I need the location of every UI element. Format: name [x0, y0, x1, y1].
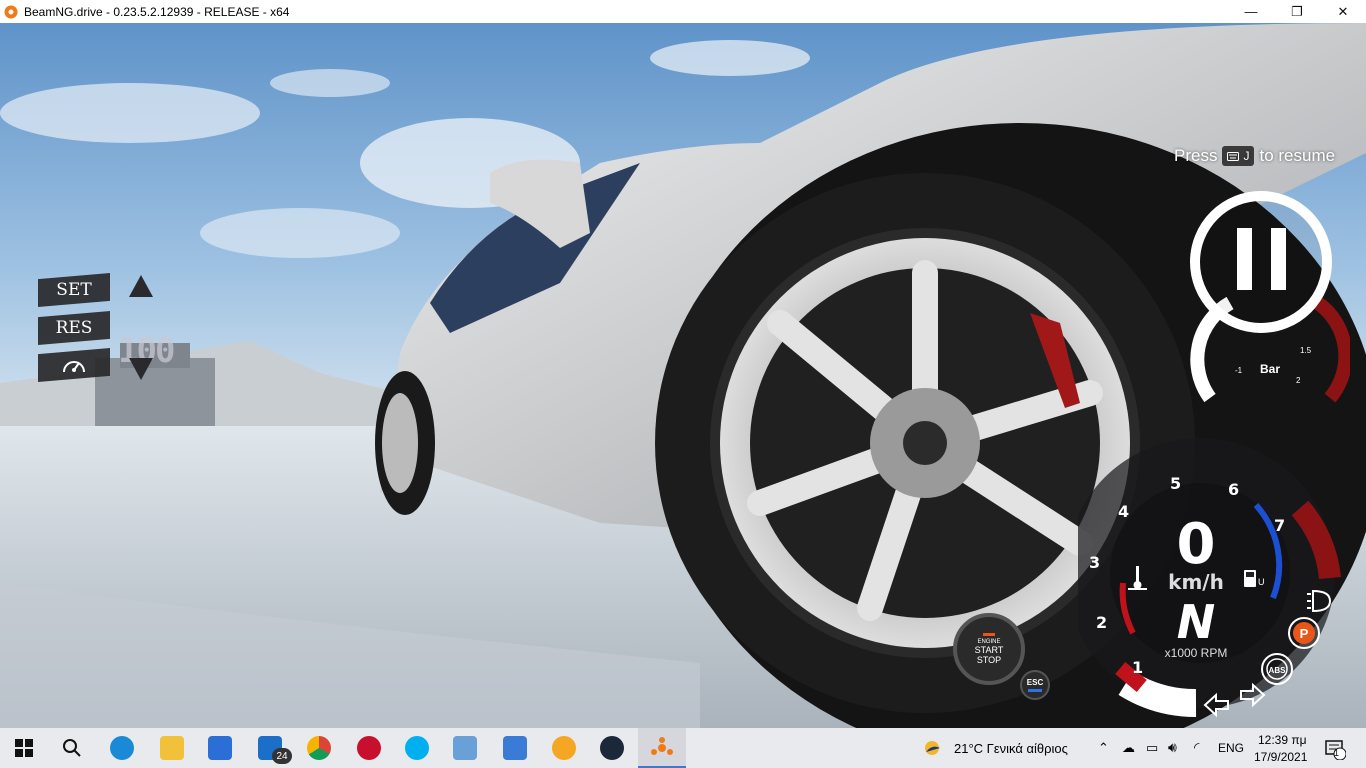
esc-indicator	[1028, 689, 1042, 692]
engine-indicator-light	[983, 633, 995, 636]
language-indicator[interactable]: ENG	[1218, 741, 1244, 755]
boost-unit: Bar	[1260, 362, 1280, 376]
app-red-icon[interactable]	[357, 736, 381, 760]
resume-rest-text: to resume	[1259, 146, 1336, 165]
gear-indicator: N	[1177, 595, 1216, 649]
resume-press-text: Press	[1174, 146, 1218, 165]
maximize-button[interactable]: ❐	[1274, 0, 1320, 23]
mail-badge: 24	[272, 748, 292, 764]
minimize-button[interactable]: —	[1228, 0, 1274, 23]
rpm-tick-4: 4	[1118, 502, 1129, 521]
beamng-taskbar-button[interactable]	[638, 728, 686, 768]
game-viewport[interactable]: SET RES 100 Press J to resume -1 1.5 2 B…	[0, 23, 1366, 728]
steam-icon[interactable]	[600, 736, 624, 760]
boost-tick-3: 2	[1296, 376, 1301, 385]
rpm-tick-7: 7	[1274, 516, 1285, 535]
esc-button[interactable]: ESC	[1020, 670, 1050, 700]
speed-up-arrow-icon[interactable]	[127, 273, 155, 299]
parking-brake-icon: P	[1288, 617, 1320, 649]
clock-date[interactable]: 17/9/2021	[1254, 750, 1307, 764]
rpm-tick-5: 5	[1170, 474, 1181, 493]
engine-label-3: STOP	[976, 655, 1002, 665]
boost-tick-2: 1.5	[1300, 346, 1312, 355]
tachometer: 1 2 3 4 5 6 7 0 km/h N x1000 RPM U P ABS	[1078, 438, 1341, 718]
windows-start-icon[interactable]	[12, 736, 36, 760]
weather-text[interactable]: 21°C Γενικά αίθριος	[954, 741, 1068, 756]
store-icon[interactable]	[208, 736, 232, 760]
clock-time[interactable]: 12:39 πμ	[1258, 733, 1307, 747]
pause-bar-left	[1237, 228, 1252, 290]
esc-label: ESC	[1026, 678, 1044, 687]
rpm-unit: x1000 RPM	[1165, 646, 1228, 660]
rpm-tick-2: 2	[1096, 613, 1107, 632]
pause-indicator[interactable]	[1187, 188, 1337, 338]
fuel-label: U	[1258, 577, 1265, 587]
resume-keycap: J	[1222, 146, 1255, 166]
skype-icon[interactable]	[405, 736, 429, 760]
photo-viewer-icon[interactable]	[453, 736, 477, 760]
engine-start-stop-button[interactable]: ENGINE START STOP	[953, 613, 1025, 685]
battery-icon[interactable]: ▭	[1146, 740, 1158, 756]
window-titlebar: BeamNG.drive - 0.23.5.2.12939 - RELEASE …	[0, 0, 1366, 23]
pause-bar-right	[1271, 228, 1286, 290]
notification-count: 1	[1334, 748, 1340, 758]
abs-label: ABS	[1269, 666, 1287, 675]
chrome-icon[interactable]	[307, 736, 331, 760]
cloud-sync-icon[interactable]: ☁	[1122, 740, 1135, 756]
wifi-icon[interactable]: ◜	[1194, 739, 1199, 756]
boost-tick-1: -1	[1235, 366, 1243, 375]
close-button[interactable]: ✕	[1320, 0, 1366, 23]
rpm-tick-3: 3	[1089, 553, 1100, 572]
file-explorer-icon[interactable]	[160, 736, 184, 760]
parking-label: P	[1300, 626, 1309, 641]
network-tool-icon[interactable]	[503, 736, 527, 760]
window-title: BeamNG.drive - 0.23.5.2.12939 - RELEASE …	[24, 4, 290, 19]
speed-readout: 0	[1177, 512, 1216, 577]
vpn-app-icon[interactable]	[552, 736, 576, 760]
rpm-tick-1: 1	[1132, 658, 1143, 677]
speed-unit: km/h	[1168, 570, 1224, 594]
abs-icon: ABS	[1261, 653, 1293, 685]
volume-icon[interactable]: 🔊︎	[1168, 739, 1177, 756]
speed-down-arrow-icon[interactable]	[127, 356, 155, 382]
beamng-taskbar-icon	[651, 737, 673, 755]
taskbar: 24 21°C Γενικά αίθριος ⌃ ☁ ▭ 🔊︎ ◜ ENG 12…	[0, 728, 1366, 768]
weather-icon[interactable]	[922, 738, 944, 758]
search-icon[interactable]	[60, 736, 84, 760]
edge-browser-icon[interactable]	[110, 736, 134, 760]
beamng-app-icon	[4, 5, 18, 18]
resume-hint: Press J to resume	[1174, 146, 1335, 166]
speedometer-icon	[63, 361, 85, 373]
rpm-tick-6: 6	[1228, 480, 1239, 499]
engine-label-2: START	[974, 645, 1004, 655]
keyboard-icon	[1227, 151, 1240, 161]
show-hidden-icons-icon[interactable]: ⌃	[1098, 740, 1109, 756]
